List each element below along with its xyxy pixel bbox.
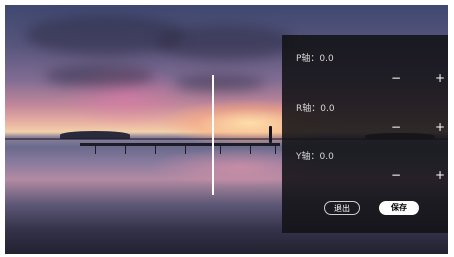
gimbal-adjust-panel: P轴：0.0 − + R轴：0.0 − + Y轴：0.0 − + 退出 保存 bbox=[282, 35, 448, 233]
r-axis-label: R轴：0.0 bbox=[296, 104, 335, 114]
y-axis-label: Y轴：0.0 bbox=[296, 152, 334, 162]
p-axis-decrease-button[interactable]: − bbox=[389, 72, 403, 84]
r-axis-increase-button[interactable]: + bbox=[433, 121, 447, 133]
pier-post bbox=[125, 145, 126, 154]
p-axis-label: P轴：0.0 bbox=[296, 54, 334, 64]
pier-post bbox=[275, 145, 276, 154]
pier-post bbox=[220, 145, 221, 154]
cloud bbox=[175, 75, 265, 91]
pier-post bbox=[155, 145, 156, 154]
cloud bbox=[45, 65, 155, 87]
pier-post bbox=[250, 145, 251, 154]
pier-post bbox=[95, 145, 96, 154]
p-axis-increase-button[interactable]: + bbox=[433, 72, 447, 84]
compare-divider-handle[interactable] bbox=[212, 75, 214, 195]
save-button[interactable]: 保存 bbox=[379, 201, 419, 215]
cloud bbox=[155, 25, 295, 60]
pier-post bbox=[185, 145, 186, 154]
y-axis-increase-button[interactable]: + bbox=[433, 169, 447, 181]
exit-button[interactable]: 退出 bbox=[324, 201, 360, 215]
y-axis-decrease-button[interactable]: − bbox=[389, 169, 403, 181]
r-axis-decrease-button[interactable]: − bbox=[389, 121, 403, 133]
photo-preview: P轴：0.0 − + R轴：0.0 − + Y轴：0.0 − + 退出 保存 bbox=[5, 5, 448, 254]
person-silhouette bbox=[269, 126, 272, 143]
